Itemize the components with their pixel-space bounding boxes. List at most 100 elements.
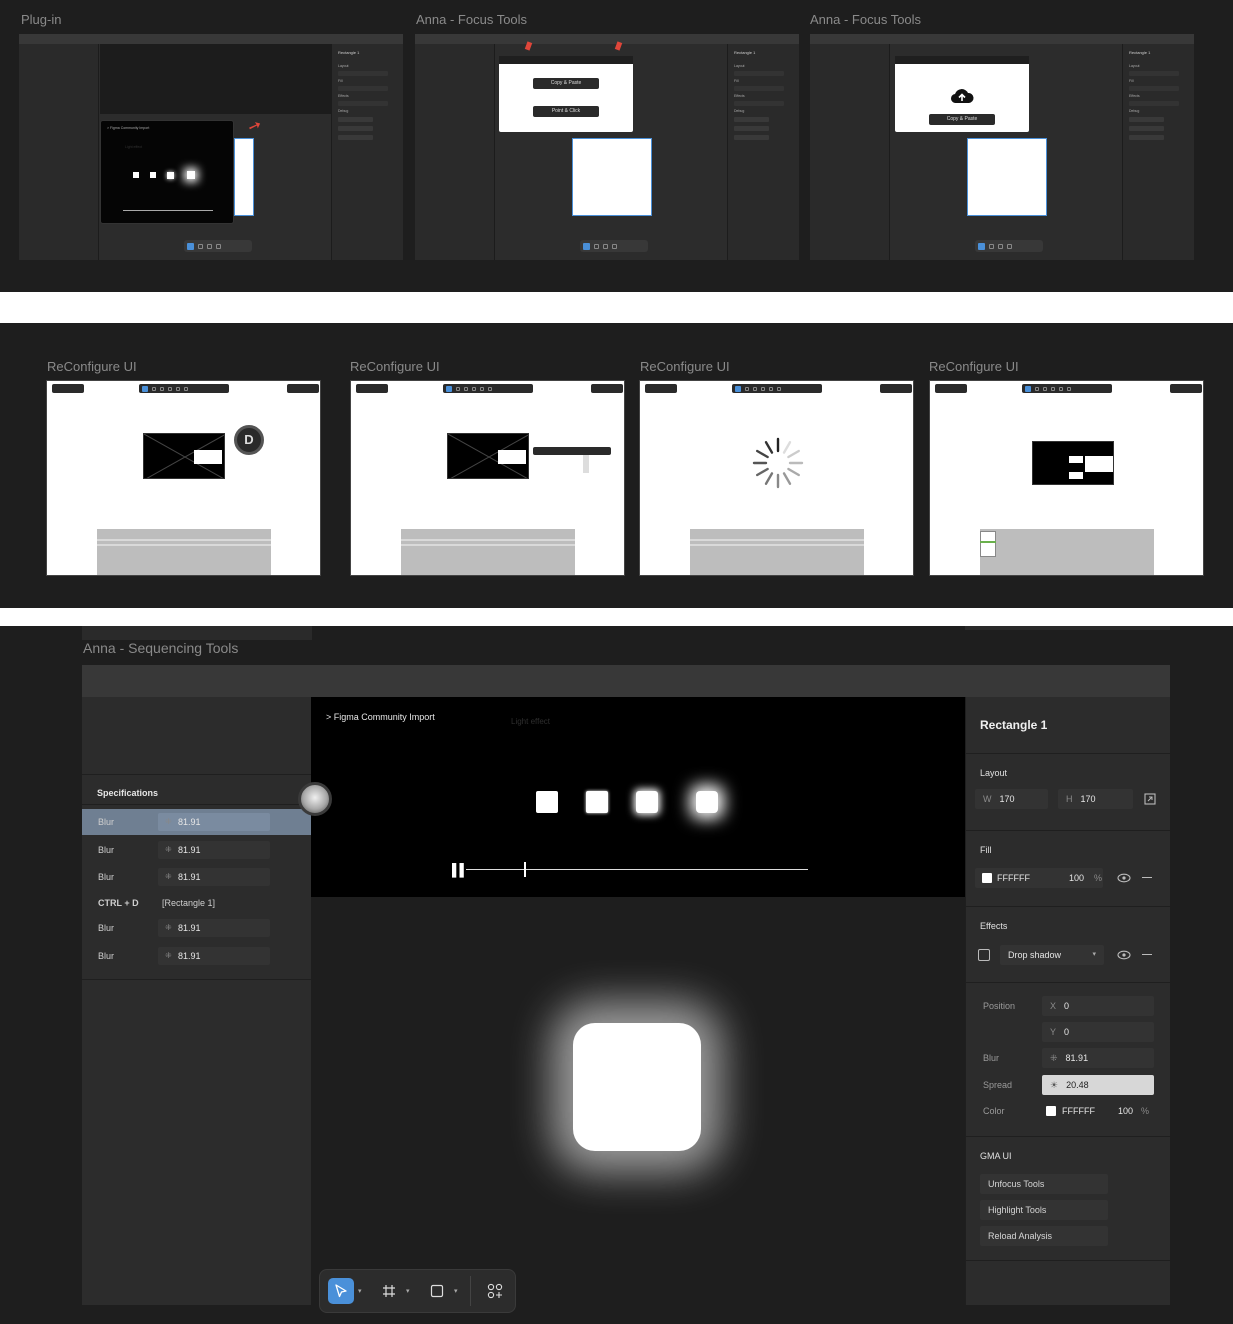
effects-section: Effects Drop shadow ▾ (966, 907, 1170, 983)
field-key: H (1066, 794, 1073, 804)
band-focus-tools: Plug-in Rectangle 1 Layout Fill Effects … (0, 0, 1233, 292)
blur-icon: ⁜ (165, 845, 172, 854)
mini-section: Layout (338, 64, 349, 68)
blur-icon: ⁜ (165, 923, 172, 932)
glowing-rectangle[interactable] (573, 1023, 701, 1151)
spread-icon: ☀ (1050, 1080, 1059, 1090)
spec-row-selected[interactable]: Blur ⁜ 81.91 (82, 809, 311, 835)
effect-type-value: Drop shadow (1008, 950, 1062, 960)
width-input[interactable]: W 170 (975, 789, 1048, 809)
color-swatch[interactable] (982, 873, 992, 883)
black-rectangle (1032, 441, 1114, 485)
spec-label: Blur (98, 923, 115, 933)
blur-label: Blur (983, 1053, 1000, 1063)
components-icon[interactable] (482, 1278, 508, 1304)
light-square (536, 791, 558, 813)
shadow-spread-input[interactable]: ☀ 20.48 (1042, 1075, 1154, 1095)
avatar[interactable] (298, 782, 332, 816)
mini-copy-paste-button[interactable]: Copy & Paste (929, 114, 995, 125)
section-heading: GMA UI (980, 1151, 1012, 1161)
video-subtitle: Light effect (511, 717, 550, 726)
height-input[interactable]: H 170 (1058, 789, 1133, 809)
editor-header (82, 665, 1170, 697)
spec-row[interactable]: Blur ⁜ 81.91 (82, 943, 311, 969)
chevron-down-icon[interactable]: ▾ (406, 1287, 410, 1295)
mini-video-popup: > Figma Community Import Light effect (100, 120, 234, 224)
frame-focus-tools-b: Rectangle 1 Layout Fill Effects Debug Co… (810, 34, 1194, 260)
field-value: 170 (999, 794, 1015, 804)
mini-popup-title: > Figma Community Import (107, 126, 150, 130)
fill-opacity: 100 (1069, 873, 1085, 883)
scrubber-handle[interactable] (524, 862, 527, 877)
spec-label: CTRL + D (98, 898, 139, 908)
section-heading: Layout (980, 768, 1008, 778)
shadow-color-hex: FFFFFF (1062, 1106, 1095, 1116)
specifications-heading: Specifications (97, 788, 159, 798)
effect-toggle-checkbox[interactable] (978, 949, 990, 961)
frame-label: ReConfigure UI (929, 359, 1019, 374)
spec-row-shortcut[interactable]: CTRL + D [Rectangle 1] (82, 890, 311, 916)
upload-cloud-icon (950, 89, 974, 104)
spec-row[interactable]: Blur ⁜ 81.91 (82, 837, 311, 863)
spread-label: Spread (983, 1080, 1013, 1090)
shadow-y-input[interactable]: Y0 (1042, 1022, 1154, 1042)
mini-properties-panel: Rectangle 1 Layout Fill Effects Debug (727, 44, 799, 260)
section-heading: Fill (980, 845, 992, 855)
field-value: 20.48 (1066, 1080, 1089, 1090)
frame-label: ReConfigure UI (47, 359, 137, 374)
color-swatch[interactable] (1046, 1106, 1056, 1116)
field-value: 170 (1080, 794, 1096, 804)
rectangle-icon[interactable] (424, 1278, 450, 1304)
blur-icon: ⁜ (1050, 1053, 1058, 1063)
chevron-down-icon[interactable]: ▾ (454, 1287, 458, 1295)
spec-label: Blur (98, 817, 115, 827)
section-heading: Effects (980, 921, 1008, 931)
reconfigure-frame-1: D (46, 380, 321, 576)
reconfigure-frame-4 (929, 380, 1204, 576)
spec-value: 81.91 (178, 951, 201, 961)
fill-color-input[interactable]: FFFFFF 100 % (975, 868, 1103, 888)
blur-icon: ⁜ (165, 872, 172, 881)
frame-label: Plug-in (21, 12, 62, 27)
unfocus-tools-button[interactable]: Unfocus Tools (980, 1174, 1108, 1194)
video-title: > Figma Community Import (326, 712, 435, 722)
shadow-blur-input[interactable]: ⁜ 81.91 (1042, 1048, 1154, 1068)
bottom-toolbar: ▾ ▾ ▾ (319, 1269, 516, 1313)
arrow-icon (614, 41, 623, 51)
mini-point-click-button[interactable]: Point & Click (533, 106, 599, 117)
mini-section: Debug (734, 109, 745, 113)
cursor-icon[interactable] (328, 1278, 354, 1304)
layer-title: Rectangle 1 (980, 718, 1048, 732)
frame-icon[interactable] (376, 1278, 402, 1304)
effect-type-dropdown[interactable]: Drop shadow ▾ (1000, 945, 1104, 965)
mini-floating-toolbar (533, 447, 611, 455)
frame-label: ReConfigure UI (350, 359, 440, 374)
reload-analysis-button[interactable]: Reload Analysis (980, 1226, 1108, 1246)
spec-row[interactable]: Blur ⁜ 81.91 (82, 864, 311, 890)
minus-icon[interactable] (1142, 954, 1152, 956)
mini-toolbar (975, 240, 1043, 252)
frame-plugin: Rectangle 1 Layout Fill Effects Debug > … (19, 34, 403, 260)
pause-icon[interactable]: ▌▌ (452, 863, 468, 877)
chevron-down-icon[interactable]: ▾ (358, 1287, 362, 1295)
eye-icon[interactable] (1117, 873, 1131, 883)
mini-copy-paste-button[interactable]: Copy & Paste (533, 78, 599, 89)
mini-popup-subtitle: Light effect (125, 145, 143, 149)
drop-shadow-settings: Position X0 Y0 Blur ⁜ 81.91 Spread ☀ 20.48… (966, 983, 1170, 1137)
fill-hex: FFFFFF (997, 873, 1030, 883)
black-rectangle (447, 433, 529, 479)
resize-icon[interactable] (1144, 793, 1156, 805)
mini-toolbar (184, 240, 252, 252)
scrubber-track[interactable] (466, 869, 808, 870)
band-sequencing-tools: Anna - Sequencing Tools Specifications B… (0, 626, 1233, 1324)
eye-icon[interactable] (1117, 950, 1131, 960)
field-key: Y (1050, 1027, 1057, 1037)
properties-panel: Rectangle 1 Layout W 170 H 170 Fill FFFFFF… (965, 697, 1170, 1305)
shadow-color-input[interactable]: FFFFFF 100 % (1042, 1101, 1154, 1121)
spec-row[interactable]: Blur ⁜ 81.91 (82, 915, 311, 941)
highlight-tools-button[interactable]: Highlight Tools (980, 1200, 1108, 1220)
field-value: 81.91 (1065, 1053, 1089, 1063)
minus-icon[interactable] (1142, 877, 1152, 879)
shadow-x-input[interactable]: X0 (1042, 996, 1154, 1016)
spec-label: Blur (98, 845, 115, 855)
